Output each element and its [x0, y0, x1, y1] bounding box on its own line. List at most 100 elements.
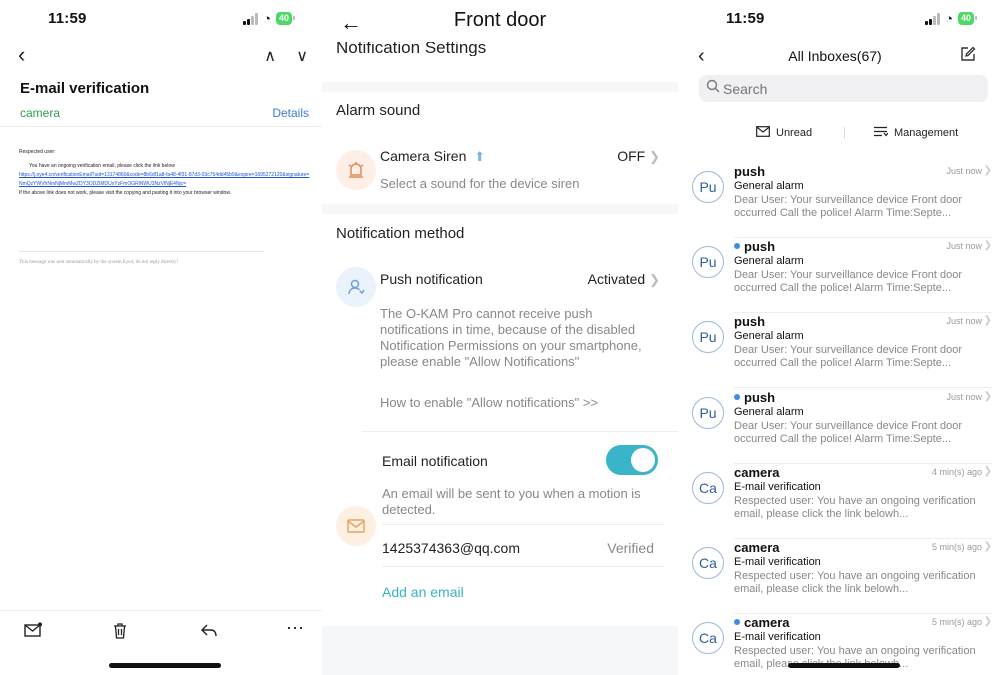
envelope-icon [756, 126, 770, 137]
chevron-right-icon: ❯ [983, 465, 992, 477]
section-title: Alarm sound [336, 102, 421, 119]
mail-list-item[interactable]: Pu push Just now ❯ General alarm Dear User: Y… [678, 238, 992, 314]
chevron-right-icon: ❯ [983, 616, 992, 628]
trash-icon[interactable] [112, 622, 128, 644]
divider [0, 126, 322, 127]
camera-siren-label: Camera Siren [380, 148, 467, 164]
divider [382, 566, 664, 567]
home-indicator [109, 663, 221, 668]
wifi-icon: ◔ [945, 11, 953, 26]
divider [19, 251, 264, 252]
notification-settings-screen: ← Front door Notification Settings Alarm… [322, 0, 678, 675]
inbox-screen: 11:59 ◔ 40 ‹ All Inboxes(67) Unread Mana… [678, 0, 992, 675]
chevron-right-icon: ❯ [649, 149, 660, 164]
siren-description: Select a sound for the device siren [380, 176, 580, 191]
status-bar: 11:59 ◔ 40 [678, 10, 992, 30]
wifi-icon: ◔ [263, 11, 271, 26]
email-fallback-text: If the above link does not work, please … [19, 190, 232, 196]
camera-siren-row[interactable]: Camera Siren ⬆ [380, 148, 485, 165]
mail-list-item[interactable]: Pu push Just now ❯ General alarm Dear User: Y… [678, 163, 992, 238]
mail-subject: General alarm [734, 255, 804, 268]
unread-dot-icon [734, 393, 740, 400]
verification-link[interactable]: https://j.oye4.cn/verificationEmail?uid=… [19, 172, 309, 187]
compose-icon[interactable] [960, 46, 976, 67]
home-indicator [788, 663, 900, 668]
email-notification-desc: An email will be sent to you when a moti… [382, 486, 641, 517]
avatar: Ca [692, 622, 724, 655]
email-verified-status: Verified [607, 540, 654, 556]
search-icon [706, 79, 720, 96]
avatar: Ca [692, 471, 724, 504]
divider [844, 127, 845, 139]
management-filter[interactable]: Management [874, 126, 958, 139]
status-time: 11:59 [48, 10, 87, 27]
mail-list-item[interactable]: Ca camera 5 min(s) ago ❯ E-mail verification… [678, 539, 992, 614]
page-title: All Inboxes(67) [788, 48, 882, 64]
siren-icon [336, 150, 376, 190]
mail-subject: E-mail verification [734, 480, 821, 493]
battery-icon: 40 [275, 12, 296, 25]
chevron-up-icon[interactable]: ∧ [264, 46, 276, 66]
email-toolbar: ⋯ [0, 618, 322, 644]
avatar: Pu [692, 321, 724, 354]
unread-dot-icon [734, 243, 740, 250]
status-bar: 11:59 ◔ 40 [0, 10, 322, 30]
avatar: Pu [692, 396, 724, 429]
how-to-enable-link[interactable]: How to enable "Allow notifications" >> [380, 395, 598, 411]
email-address[interactable]: 1425374363@qq.com [382, 540, 520, 556]
add-email-button[interactable]: Add an email [382, 584, 464, 600]
push-notification-label[interactable]: Push notification [380, 271, 483, 287]
email-sender[interactable]: camera [20, 106, 60, 120]
mail-sender: push [734, 164, 766, 179]
avatar: Ca [692, 547, 724, 579]
mail-list-item[interactable]: Pu push Just now ❯ General alarm Dear User: Y… [678, 389, 992, 464]
details-link[interactable]: Details [272, 106, 309, 120]
chevron-right-icon: ❯ [983, 541, 992, 552]
section-title: Notification method [336, 225, 465, 242]
mail-subject: General alarm [734, 330, 804, 343]
mail-subject: General alarm [734, 180, 804, 192]
search-bar[interactable] [699, 75, 988, 102]
scrolled-heading: Notification Settings [336, 42, 487, 56]
envelope-icon [336, 506, 376, 546]
siren-value[interactable]: OFF ❯ [617, 148, 660, 165]
mail-list-item[interactable]: Pu push Just now ❯ General alarm Dear User: Y… [678, 313, 992, 389]
thumbs-up-icon: ⬆ [474, 149, 486, 164]
mail-time: Just now [946, 241, 982, 252]
email-detail-screen: 11:59 ◔ 40 ‹ ∧ ∨ E-mail verification cam… [0, 0, 322, 675]
mail-preview: Respected user: You have an ongoing veri… [734, 494, 976, 520]
chevron-right-icon: ❯ [983, 390, 992, 402]
search-input[interactable] [723, 75, 963, 102]
mail-list-item[interactable]: Ca camera 4 min(s) ago ❯ E-mail verification… [678, 464, 992, 539]
email-notification-toggle[interactable] [606, 445, 658, 475]
chevron-down-icon[interactable]: ∨ [296, 46, 308, 66]
mail-time: Just now [946, 391, 982, 402]
mail-time: Just now [946, 166, 982, 176]
mail-preview: Dear User: Your surveillance device Fron… [734, 344, 963, 370]
email-notification-label: Email notification [382, 453, 488, 469]
back-icon[interactable]: ‹ [18, 44, 25, 66]
battery-icon: 40 [957, 12, 978, 25]
mail-time: 4 min(s) ago [931, 466, 982, 477]
chevron-right-icon: ❯ [983, 240, 992, 252]
avatar: Pu [692, 246, 724, 279]
email-nav-bar: ‹ ∧ ∨ [0, 44, 322, 68]
mark-unread-icon[interactable] [24, 622, 42, 643]
push-person-icon [336, 267, 376, 307]
settings-header: ← Front door Notification Settings [322, 0, 678, 82]
push-notification-value[interactable]: Activated ❯ [588, 271, 660, 288]
push-warning-text: The O-KAM Pro cannot receive push notifi… [380, 306, 642, 369]
divider [362, 431, 678, 432]
email-footer: This message was sent automatically by t… [19, 260, 178, 265]
chevron-right-icon: ❯ [649, 272, 660, 287]
mail-time: Just now [946, 316, 982, 327]
more-icon[interactable]: ⋯ [286, 618, 305, 639]
unread-filter[interactable]: Unread [756, 126, 812, 139]
mail-preview: Respected user: You have an ongoing veri… [734, 570, 976, 595]
reply-icon[interactable] [200, 622, 218, 643]
chevron-right-icon: ❯ [983, 165, 992, 176]
mail-sender: camera [734, 615, 790, 630]
signal-icon [243, 12, 259, 25]
email-intro: You have an ongoing verification email, … [29, 163, 175, 169]
mail-sender: push [734, 314, 766, 330]
